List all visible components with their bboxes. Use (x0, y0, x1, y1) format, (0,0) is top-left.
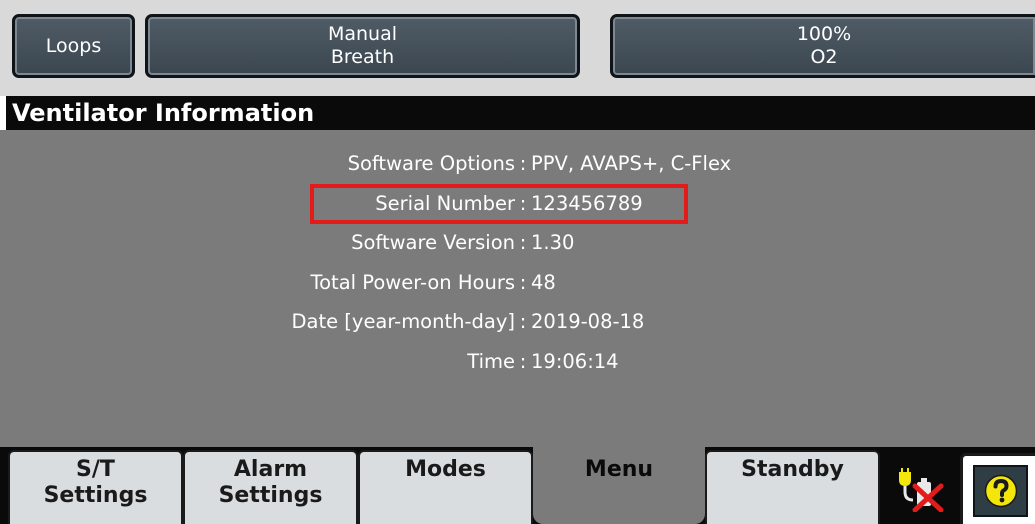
loops-button-label: Loops (45, 34, 102, 57)
info-separator: : (519, 350, 527, 373)
info-row-date: Date [year-month-day] : 2019-08-18 (0, 306, 1035, 338)
help-button-face (973, 465, 1028, 517)
loops-button[interactable]: Loops (12, 14, 135, 78)
info-separator: : (519, 231, 527, 254)
info-row-software-version: Software Version : 1.30 (0, 227, 1035, 259)
info-label: Software Version (351, 231, 515, 254)
info-row-software-options: Software Options : PPV, AVAPS+, C-Flex (0, 148, 1035, 180)
info-row-power-on-hours: Total Power-on Hours : 48 (0, 267, 1035, 299)
o2-label-line1: 100% (796, 23, 852, 45)
tab-st-settings[interactable]: S/T Settings (8, 450, 183, 524)
info-label: Time (467, 350, 515, 373)
manual-breath-button[interactable]: Manual Breath (145, 14, 580, 78)
help-button[interactable] (960, 453, 1035, 524)
info-value: PPV, AVAPS+, C-Flex (531, 152, 732, 175)
info-value: 48 (531, 271, 556, 294)
info-label: Date [year-month-day] (291, 310, 515, 333)
o2-label-line2: O2 (810, 46, 838, 68)
info-separator: : (519, 271, 527, 294)
tab-menu[interactable]: Menu (533, 447, 705, 524)
question-mark-help-icon (984, 474, 1018, 508)
info-value: 19:06:14 (531, 350, 619, 373)
plug-battery-disconnected-icon (899, 468, 944, 512)
info-value: 2019-08-18 (531, 310, 645, 333)
info-label: Software Options (347, 152, 515, 175)
manual-breath-label-line2: Breath (330, 46, 395, 68)
page-title: Ventilator Information (6, 96, 1035, 130)
tab-label-line1: Alarm (233, 457, 308, 482)
manual-breath-label-line1: Manual (327, 23, 398, 45)
tab-alarm-settings[interactable]: Alarm Settings (183, 450, 358, 524)
info-row-time: Time : 19:06:14 (0, 346, 1035, 378)
tab-label: Modes (405, 457, 486, 482)
tab-label-line2: Settings (43, 483, 148, 508)
serial-number-highlight-box (310, 184, 688, 224)
info-separator: : (519, 310, 527, 333)
o2-100-button[interactable]: 100% O2 (610, 14, 1035, 78)
tab-standby[interactable]: Standby (705, 450, 880, 524)
ventilator-info-panel: Software Options : PPV, AVAPS+, C-Flex S… (0, 130, 1035, 447)
tab-label: Menu (584, 457, 654, 482)
tab-modes[interactable]: Modes (358, 450, 533, 524)
tab-label: Standby (741, 457, 844, 482)
info-value: 1.30 (531, 231, 575, 254)
top-toolbar: Loops Manual Breath 100% O2 (0, 0, 1035, 96)
tab-label-line1: S/T (76, 457, 115, 482)
tab-label-line2: Settings (218, 483, 323, 508)
info-label: Total Power-on Hours (310, 271, 515, 294)
info-separator: : (519, 152, 527, 175)
